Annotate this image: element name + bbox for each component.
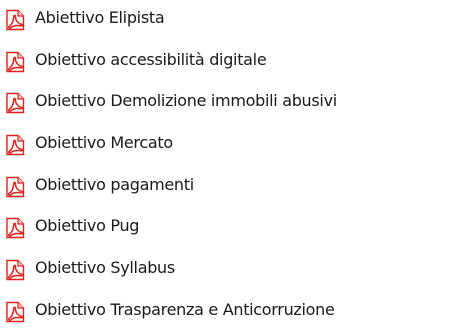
file-item[interactable]: Obiettivo Pug (0, 212, 464, 242)
file-item[interactable]: Obiettivo accessibilità digitale (0, 46, 464, 76)
pdf-file-icon (4, 176, 26, 198)
file-name: Obiettivo Mercato (35, 133, 173, 152)
file-item[interactable]: Obiettivo Trasparenza e Anticorruzione (0, 296, 464, 326)
file-name: Obiettivo Pug (35, 216, 140, 235)
pdf-file-icon (4, 217, 26, 239)
file-name: Obiettivo pagamenti (35, 175, 194, 194)
file-name: Abiettivo Elipista (35, 8, 165, 27)
file-name: Obiettivo Demolizione immobili abusivi (35, 91, 337, 110)
pdf-file-icon (4, 92, 26, 114)
file-item[interactable]: Abiettivo Elipista (0, 4, 464, 34)
pdf-file-icon (4, 9, 26, 31)
file-name: Obiettivo Syllabus (35, 258, 175, 277)
pdf-file-icon (4, 301, 26, 323)
file-list: Abiettivo Elipista Obiettivo accessibili… (0, 0, 464, 330)
pdf-file-icon (4, 51, 26, 73)
pdf-file-icon (4, 259, 26, 281)
file-item[interactable]: Obiettivo Mercato (0, 129, 464, 159)
pdf-file-icon (4, 134, 26, 156)
file-item[interactable]: Obiettivo Syllabus (0, 254, 464, 284)
file-item[interactable]: Obiettivo pagamenti (0, 171, 464, 201)
file-item[interactable]: Obiettivo Demolizione immobili abusivi (0, 87, 464, 117)
file-name: Obiettivo accessibilità digitale (35, 50, 267, 69)
file-name: Obiettivo Trasparenza e Anticorruzione (35, 300, 335, 319)
